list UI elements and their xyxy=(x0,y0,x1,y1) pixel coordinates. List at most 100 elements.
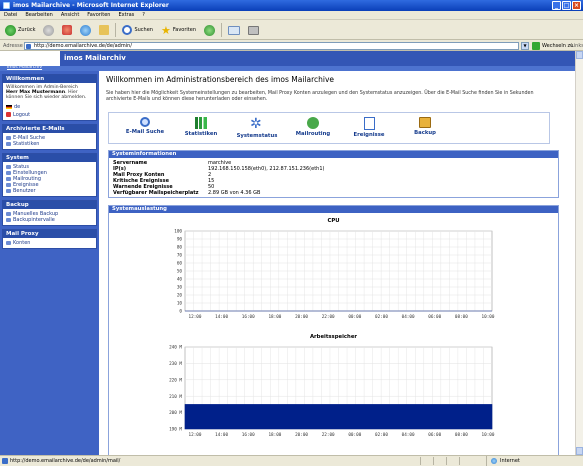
y-tick-label: 80 xyxy=(177,245,183,251)
welcome-box: Willkommen Willkommen im Admin-Bereich H… xyxy=(2,74,97,121)
go-button[interactable]: Wechseln zu xyxy=(532,41,573,51)
gear-icon: ✲ xyxy=(250,116,262,132)
y-tick-label: 240 M xyxy=(169,345,182,351)
table-row: Verfügbarer Mailspeicherplatz 2.89 GB von… xyxy=(113,190,261,196)
settings-icon xyxy=(6,170,11,175)
system-info-table: Servername marchive IP(s) 192.168.150.158(… xyxy=(113,160,324,196)
scroll-up-button[interactable] xyxy=(576,51,583,59)
language-selector[interactable]: de xyxy=(6,104,93,110)
quick-mailrouting[interactable]: Mailrouting xyxy=(285,113,341,143)
menu-extras[interactable]: Extras xyxy=(118,11,134,19)
y-tick-label: 40 xyxy=(177,277,183,283)
quick-events[interactable]: Ereignisse xyxy=(341,113,397,143)
close-button[interactable]: × xyxy=(572,1,581,10)
x-tick-label: 12:00 xyxy=(189,432,202,438)
vertical-scrollbar[interactable] xyxy=(575,51,583,455)
y-tick-label: 200 M xyxy=(169,410,182,416)
forward-button[interactable] xyxy=(41,23,56,38)
quick-backup[interactable]: Backup xyxy=(397,113,453,143)
memory-chart-svg: 240 M 230 M 220 M 210 M 200 M 190 M 12:00 14:00… xyxy=(169,345,495,438)
y-tick-label: 60 xyxy=(177,261,183,267)
status-bar: http://demo.emailarchive.de/de/admin/mai… xyxy=(0,455,583,466)
address-label: Adresse xyxy=(3,43,23,49)
nav-heading: Archivierte E-Mails xyxy=(3,124,96,133)
x-tick-label: 06:00 xyxy=(428,432,441,438)
refresh-button[interactable] xyxy=(78,23,93,38)
y-tick-label: 100 xyxy=(174,229,182,235)
breadcrumb-link[interactable]: imos Mailarchiv xyxy=(7,65,42,70)
menu-bearbeiten[interactable]: Bearbeiten xyxy=(25,11,52,19)
system-info-heading: Systeminformationen xyxy=(109,151,558,158)
quick-statistics[interactable]: Statistiken xyxy=(173,113,229,143)
quick-systemstatus[interactable]: ✲ Systemstatus xyxy=(229,113,285,143)
sidebar-item-backup-intervals[interactable]: Backupintervalle xyxy=(6,217,93,223)
security-zone: Internet xyxy=(486,456,520,466)
chart-title: CPU xyxy=(327,218,340,224)
links-button[interactable]: Links xyxy=(571,41,583,51)
address-bar: Adresse http://demo.emailarchive.de/de/a… xyxy=(0,41,583,51)
nav-section-mail-proxy: Mail Proxy Konten xyxy=(2,228,97,249)
memory-chart: Arbeitsspeicher 240 M 230 M 220 M 210 M 200 … xyxy=(109,334,558,454)
y-tick-label: 50 xyxy=(177,269,183,275)
favorites-button[interactable]: ★ Favoriten xyxy=(159,23,198,38)
x-tick-label: 04:00 xyxy=(402,432,415,438)
nav-section-archived: Archivierte E-Mails E-Mail Suche Statist… xyxy=(2,123,97,150)
minimize-button[interactable]: _ xyxy=(552,1,561,10)
ie-icon xyxy=(3,2,10,9)
logout-link[interactable]: Logout xyxy=(6,112,93,118)
address-input[interactable]: http://demo.emailarchive.de/de/admin/ xyxy=(24,42,519,50)
sidebar-item-statistics[interactable]: Statistiken xyxy=(6,141,93,147)
toolbar: Zurück Suchen ★ Favoriten xyxy=(0,21,583,40)
x-tick-label: 18:00 xyxy=(268,314,281,320)
mail-button[interactable] xyxy=(226,23,242,38)
backup-icon xyxy=(419,117,431,128)
address-url: http://demo.emailarchive.de/de/admin/ xyxy=(34,43,132,49)
nav-heading: Backup xyxy=(3,200,96,209)
x-tick-label: 08:00 xyxy=(455,314,468,320)
page-viewport: imos Mailarchiv imos Mailarchiv Willkomm… xyxy=(0,51,575,455)
quick-access-bar: E-Mail Suche Statistiken ✲ Systemstatus … xyxy=(108,112,550,144)
sidebar-item-accounts[interactable]: Konten xyxy=(6,240,93,246)
x-tick-label: 00:00 xyxy=(348,314,361,320)
history-button[interactable] xyxy=(202,23,217,38)
x-tick-label: 16:00 xyxy=(242,432,255,438)
menu-bar: Datei Bearbeiten Ansicht Favoriten Extra… xyxy=(0,11,583,20)
x-tick-label: 14:00 xyxy=(215,314,228,320)
scroll-down-button[interactable] xyxy=(576,447,583,455)
page-icon xyxy=(2,458,8,464)
search-button[interactable]: Suchen xyxy=(120,23,155,38)
home-button[interactable] xyxy=(97,23,111,38)
x-tick-label: 18:00 xyxy=(268,432,281,438)
y-tick-label: 220 M xyxy=(169,377,182,383)
globe-icon xyxy=(491,458,497,464)
system-usage-panel: Systemauslastung CPU 100 90 80 70 60 50 40 30 20… xyxy=(108,205,559,455)
chart-icon xyxy=(6,141,11,146)
menu-favoriten[interactable]: Favoriten xyxy=(87,11,110,19)
history-icon xyxy=(204,24,216,36)
stop-button[interactable] xyxy=(60,23,74,38)
x-tick-label: 08:00 xyxy=(455,432,468,438)
app-header: imos Mailarchiv xyxy=(0,51,575,66)
address-dropdown-button[interactable]: ▼ xyxy=(521,42,529,50)
maximize-button[interactable]: □ xyxy=(562,1,571,10)
menu-help[interactable]: ? xyxy=(142,11,145,19)
back-arrow-icon xyxy=(5,24,16,36)
menu-datei[interactable]: Datei xyxy=(4,11,17,19)
menu-ansicht[interactable]: Ansicht xyxy=(61,11,79,19)
german-flag-icon xyxy=(6,104,12,109)
quick-email-search[interactable]: E-Mail Suche xyxy=(117,113,173,143)
sidebar-item-users[interactable]: Benutzer xyxy=(6,188,93,194)
welcome-heading: Willkommen xyxy=(3,75,96,83)
routing-icon xyxy=(307,117,319,129)
y-tick-label: 190 M xyxy=(169,427,182,433)
app-title: imos Mailarchiv xyxy=(64,54,126,62)
home-icon xyxy=(99,25,110,35)
events-icon xyxy=(363,117,375,130)
y-tick-label: 20 xyxy=(177,293,183,299)
print-button[interactable] xyxy=(246,23,261,38)
back-button[interactable]: Zurück xyxy=(3,23,37,38)
printer-icon xyxy=(248,25,260,35)
x-tick-label: 16:00 xyxy=(242,314,255,320)
x-tick-label: 20:00 xyxy=(295,314,308,320)
x-tick-label: 04:00 xyxy=(402,314,415,320)
